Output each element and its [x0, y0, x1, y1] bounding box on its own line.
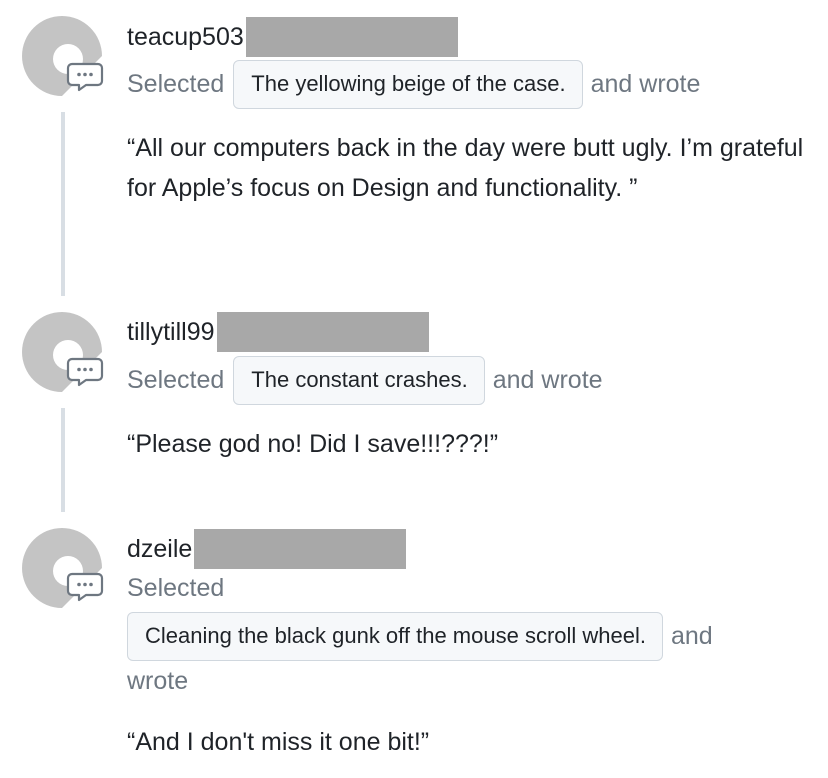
comment-bubble-icon [66, 62, 104, 92]
selected-label: Selected [127, 574, 225, 602]
comment-text: “And I don't miss it one bit!” [127, 728, 430, 756]
redacted-block [245, 17, 458, 57]
selected-label: Selected [127, 366, 225, 394]
redacted-block [194, 529, 407, 569]
wrote-label: wrote [127, 667, 189, 695]
selection-chip[interactable]: The constant crashes. [233, 356, 485, 405]
username[interactable]: tillytill99 [127, 318, 215, 347]
selection-chip[interactable]: The yellowing beige of the case. [233, 60, 583, 109]
redacted-block [216, 312, 429, 352]
selection-chip[interactable]: Cleaning the black gunk off the mouse sc… [127, 612, 663, 661]
comment-text: “Please god no! Did I save!!!???!” [127, 430, 499, 458]
selection-label-row: Selected [127, 574, 822, 603]
username-row: dzeile [127, 529, 407, 569]
selection-row: Selected The yellowing beige of the case… [127, 60, 822, 109]
selected-label: Selected [127, 70, 225, 98]
username[interactable]: teacup503 [127, 23, 244, 52]
username-row: teacup503 [127, 17, 458, 57]
username[interactable]: dzeile [127, 535, 192, 564]
and-wrote-label: and wrote [590, 70, 701, 98]
timeline-connector [61, 408, 65, 512]
selection-row: Cleaning the black gunk off the mouse sc… [127, 612, 822, 661]
and-wrote-label: and wrote [492, 366, 603, 394]
selection-row: Selected The constant crashes. and wrote [127, 356, 822, 405]
username-row: tillytill99 [127, 312, 429, 352]
comment-bubble-icon [66, 572, 104, 602]
and-label: and [671, 622, 713, 650]
comment-bubble-icon [66, 357, 104, 387]
timeline-connector [61, 112, 65, 296]
comment-feed: teacup503 Selected The yellowing beige o… [0, 0, 828, 778]
wrote-label-row: wrote [127, 667, 822, 696]
comment-text: “All our computers back in the day were … [127, 134, 804, 202]
